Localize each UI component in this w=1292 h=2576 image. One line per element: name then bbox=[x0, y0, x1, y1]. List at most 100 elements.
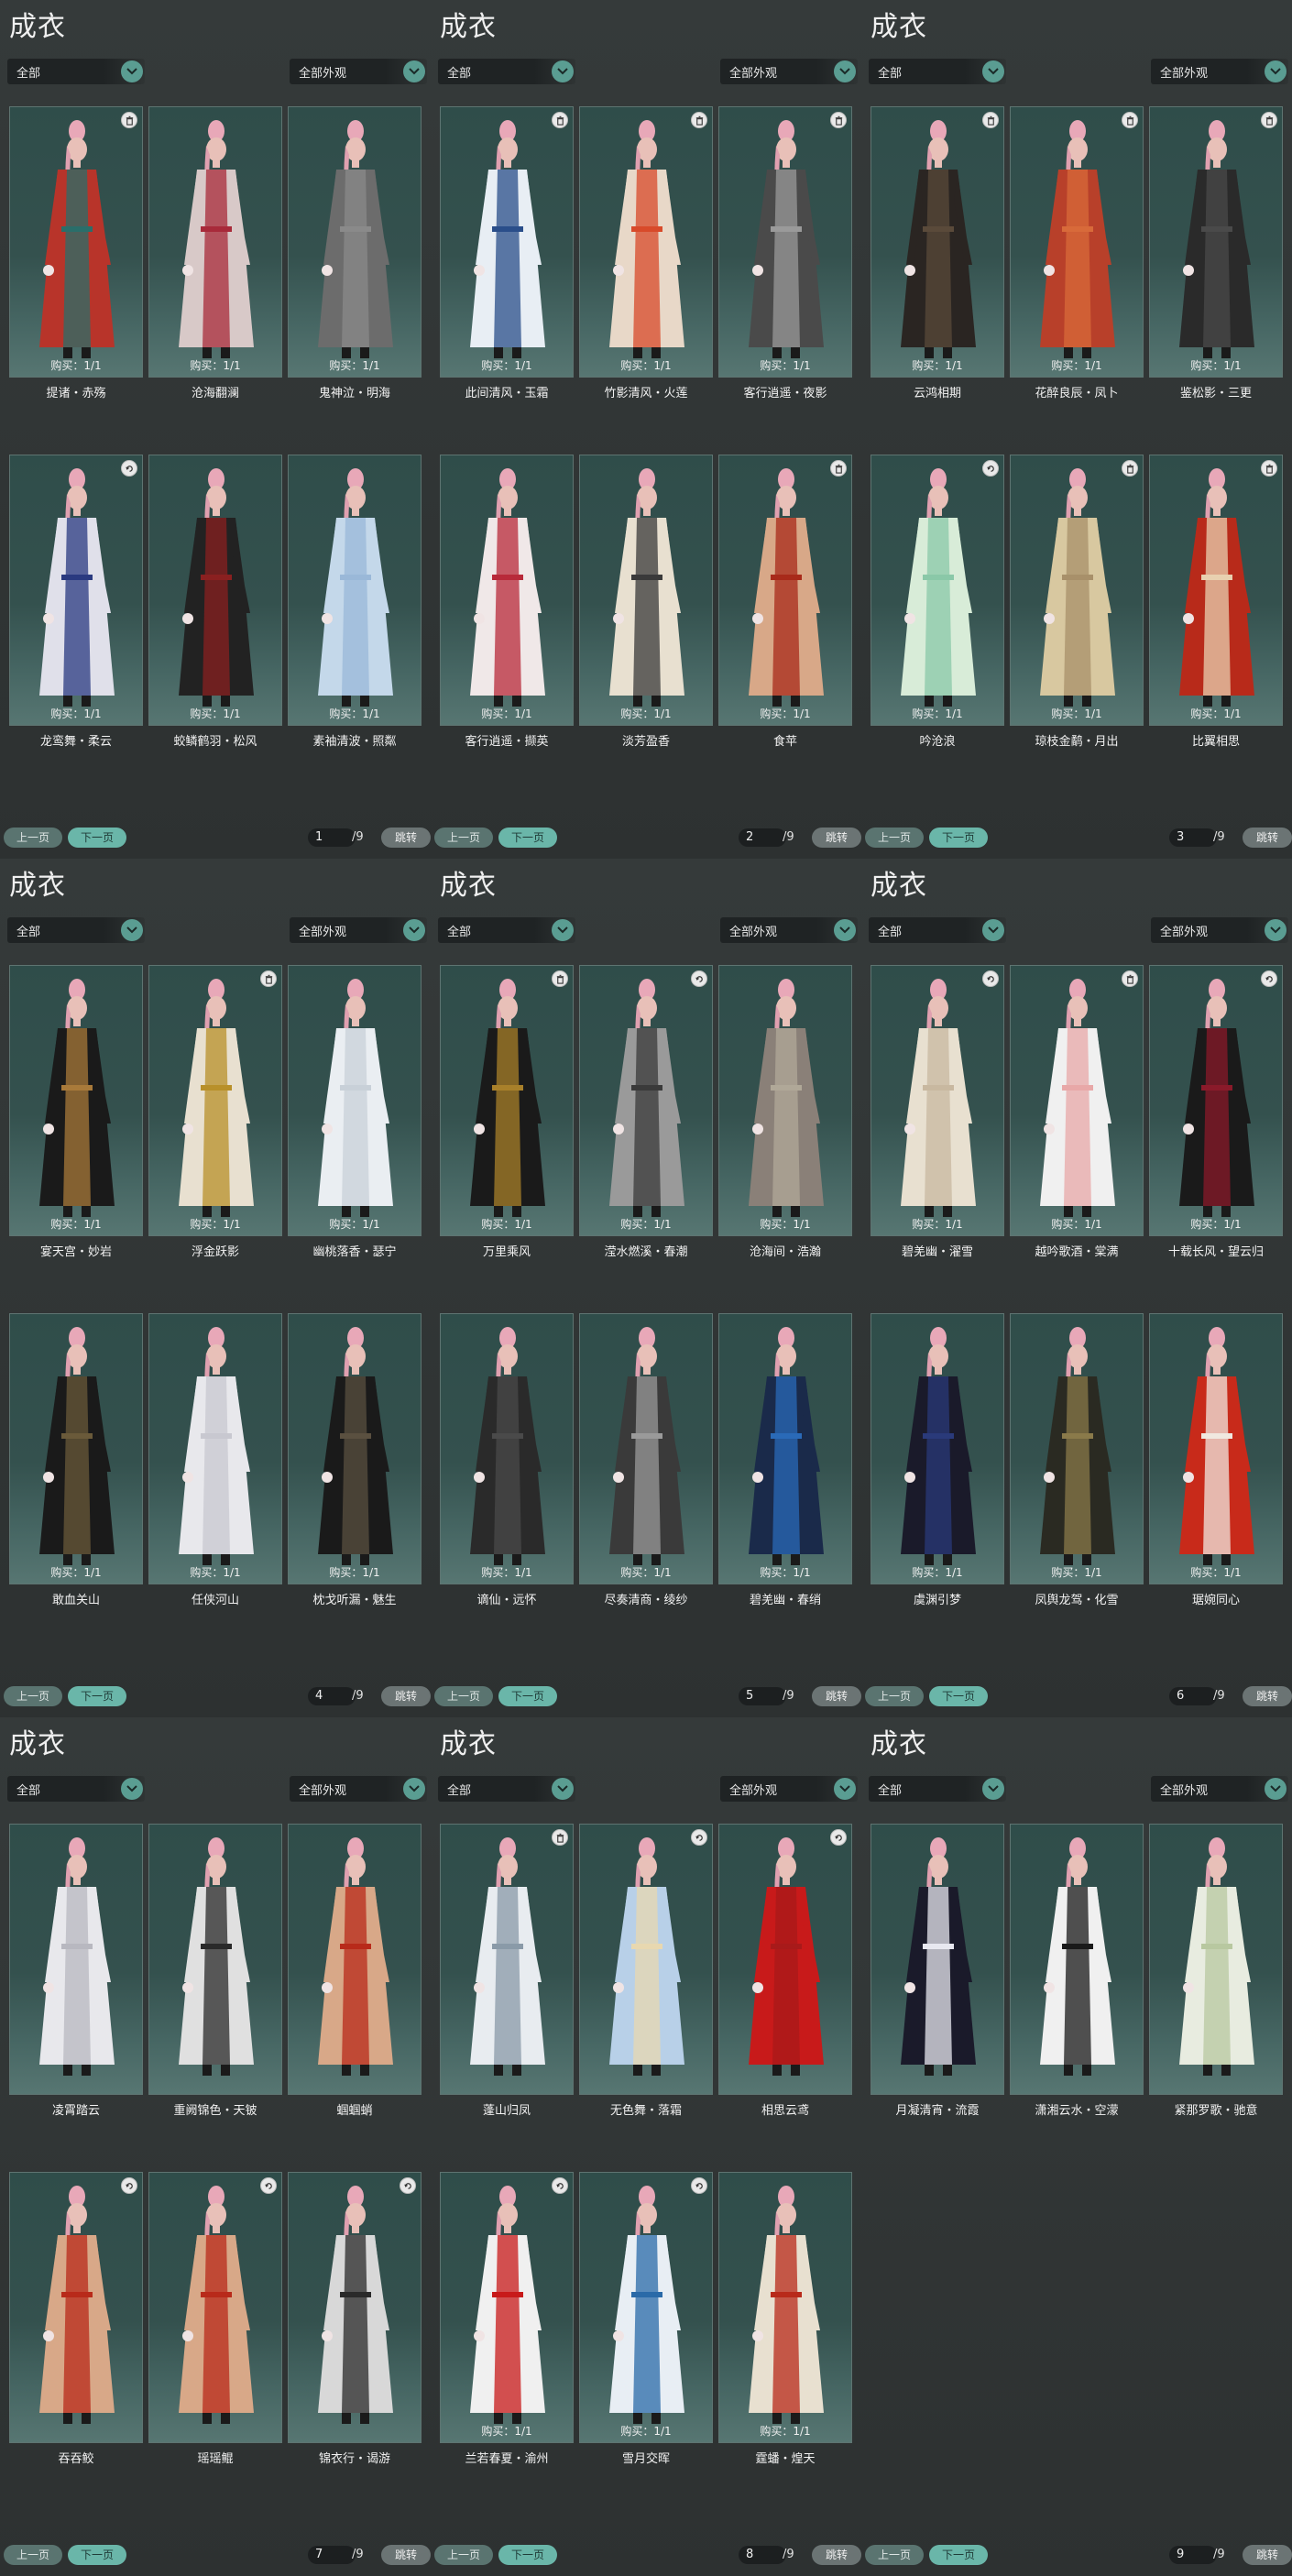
prev-page-button[interactable]: 上一页 bbox=[865, 2545, 924, 2565]
swap-icon[interactable] bbox=[1261, 970, 1277, 987]
jump-button[interactable]: 跳转 bbox=[381, 1686, 431, 1706]
outfit-card[interactable]: 购买：1/1 bbox=[440, 2172, 574, 2443]
outfit-card[interactable]: 购买：1/1 bbox=[718, 2172, 852, 2443]
outfit-card[interactable]: 购买：1/1 bbox=[1010, 965, 1144, 1236]
page-number-input[interactable]: 7 bbox=[308, 2546, 356, 2564]
next-page-button[interactable]: 下一页 bbox=[498, 1686, 557, 1706]
outfit-card[interactable] bbox=[1010, 1824, 1144, 2095]
appearance-filter-dropdown[interactable]: 全部外观 bbox=[1151, 917, 1288, 943]
trash-icon[interactable] bbox=[121, 112, 137, 128]
outfit-card[interactable]: 购买：1/1 bbox=[1149, 106, 1283, 378]
outfit-card[interactable]: 购买：1/1 bbox=[288, 1313, 422, 1584]
page-number-input[interactable]: 4 bbox=[308, 1687, 356, 1705]
outfit-card[interactable] bbox=[579, 1824, 713, 2095]
trash-icon[interactable] bbox=[260, 970, 277, 987]
appearance-filter-dropdown[interactable]: 全部外观 bbox=[720, 1776, 858, 1802]
trash-icon[interactable] bbox=[830, 460, 847, 477]
swap-icon[interactable] bbox=[982, 970, 999, 987]
appearance-filter-dropdown[interactable]: 全部外观 bbox=[720, 59, 858, 84]
outfit-card[interactable]: 购买：1/1 bbox=[9, 1313, 143, 1584]
next-page-button[interactable]: 下一页 bbox=[68, 2545, 126, 2565]
trash-icon[interactable] bbox=[691, 112, 707, 128]
prev-page-button[interactable]: 上一页 bbox=[4, 2545, 62, 2565]
outfit-card[interactable] bbox=[288, 2172, 422, 2443]
category-filter-dropdown[interactable]: 全部 bbox=[869, 59, 1006, 84]
swap-icon[interactable] bbox=[691, 1829, 707, 1846]
outfit-card[interactable]: 购买：1/1 bbox=[148, 455, 282, 726]
page-number-input[interactable]: 2 bbox=[739, 828, 786, 847]
outfit-card[interactable]: 购买：1/1 bbox=[718, 965, 852, 1236]
next-page-button[interactable]: 下一页 bbox=[498, 828, 557, 848]
outfit-card[interactable]: 购买：1/1 bbox=[440, 106, 574, 378]
category-filter-dropdown[interactable]: 全部 bbox=[869, 1776, 1006, 1802]
prev-page-button[interactable]: 上一页 bbox=[4, 828, 62, 848]
outfit-card[interactable]: 购买：1/1 bbox=[1010, 106, 1144, 378]
category-filter-dropdown[interactable]: 全部 bbox=[7, 59, 145, 84]
appearance-filter-dropdown[interactable]: 全部外观 bbox=[1151, 59, 1288, 84]
category-filter-dropdown[interactable]: 全部 bbox=[869, 917, 1006, 943]
category-filter-dropdown[interactable]: 全部 bbox=[438, 1776, 575, 1802]
outfit-card[interactable]: 购买：1/1 bbox=[1149, 1313, 1283, 1584]
outfit-card[interactable]: 购买：1/1 bbox=[870, 1313, 1004, 1584]
outfit-card[interactable] bbox=[288, 1824, 422, 2095]
swap-icon[interactable] bbox=[830, 1829, 847, 1846]
jump-button[interactable]: 跳转 bbox=[812, 828, 861, 848]
outfit-card[interactable] bbox=[9, 2172, 143, 2443]
outfit-card[interactable] bbox=[718, 1824, 852, 2095]
outfit-card[interactable]: 购买：1/1 bbox=[440, 455, 574, 726]
outfit-card[interactable] bbox=[148, 1824, 282, 2095]
outfit-card[interactable]: 购买：1/1 bbox=[440, 1313, 574, 1584]
jump-button[interactable]: 跳转 bbox=[812, 2545, 861, 2565]
next-page-button[interactable]: 下一页 bbox=[929, 1686, 988, 1706]
next-page-button[interactable]: 下一页 bbox=[929, 2545, 988, 2565]
trash-icon[interactable] bbox=[1122, 460, 1138, 477]
swap-icon[interactable] bbox=[260, 2177, 277, 2194]
outfit-card[interactable]: 购买：1/1 bbox=[718, 106, 852, 378]
appearance-filter-dropdown[interactable]: 全部外观 bbox=[720, 917, 858, 943]
prev-page-button[interactable]: 上一页 bbox=[865, 828, 924, 848]
outfit-card[interactable]: 购买：1/1 bbox=[288, 455, 422, 726]
category-filter-dropdown[interactable]: 全部 bbox=[438, 59, 575, 84]
outfit-card[interactable]: 购买：1/1 bbox=[288, 106, 422, 378]
page-number-input[interactable]: 9 bbox=[1169, 2546, 1217, 2564]
outfit-card[interactable] bbox=[9, 1824, 143, 2095]
page-number-input[interactable]: 5 bbox=[739, 1687, 786, 1705]
outfit-card[interactable]: 购买：1/1 bbox=[1010, 455, 1144, 726]
next-page-button[interactable]: 下一页 bbox=[68, 828, 126, 848]
appearance-filter-dropdown[interactable]: 全部外观 bbox=[290, 917, 427, 943]
appearance-filter-dropdown[interactable]: 全部外观 bbox=[290, 59, 427, 84]
swap-icon[interactable] bbox=[691, 2177, 707, 2194]
outfit-card[interactable]: 购买：1/1 bbox=[1149, 965, 1283, 1236]
next-page-button[interactable]: 下一页 bbox=[68, 1686, 126, 1706]
swap-icon[interactable] bbox=[400, 2177, 416, 2194]
swap-icon[interactable] bbox=[552, 2177, 568, 2194]
prev-page-button[interactable]: 上一页 bbox=[4, 1686, 62, 1706]
swap-icon[interactable] bbox=[691, 970, 707, 987]
outfit-card[interactable]: 购买：1/1 bbox=[9, 106, 143, 378]
jump-button[interactable]: 跳转 bbox=[1243, 828, 1292, 848]
outfit-card[interactable] bbox=[1149, 1824, 1283, 2095]
outfit-card[interactable]: 购买：1/1 bbox=[1010, 1313, 1144, 1584]
trash-icon[interactable] bbox=[1122, 112, 1138, 128]
swap-icon[interactable] bbox=[121, 460, 137, 477]
next-page-button[interactable]: 下一页 bbox=[498, 2545, 557, 2565]
category-filter-dropdown[interactable]: 全部 bbox=[438, 917, 575, 943]
trash-icon[interactable] bbox=[1261, 112, 1277, 128]
outfit-card[interactable]: 购买：1/1 bbox=[718, 1313, 852, 1584]
trash-icon[interactable] bbox=[982, 112, 999, 128]
outfit-card[interactable]: 购买：1/1 bbox=[870, 455, 1004, 726]
outfit-card[interactable]: 购买：1/1 bbox=[870, 106, 1004, 378]
prev-page-button[interactable]: 上一页 bbox=[434, 828, 493, 848]
outfit-card[interactable]: 购买：1/1 bbox=[579, 965, 713, 1236]
appearance-filter-dropdown[interactable]: 全部外观 bbox=[1151, 1776, 1288, 1802]
prev-page-button[interactable]: 上一页 bbox=[434, 2545, 493, 2565]
outfit-card[interactable]: 购买：1/1 bbox=[870, 965, 1004, 1236]
jump-button[interactable]: 跳转 bbox=[381, 828, 431, 848]
outfit-card[interactable] bbox=[148, 2172, 282, 2443]
outfit-card[interactable]: 购买：1/1 bbox=[718, 455, 852, 726]
category-filter-dropdown[interactable]: 全部 bbox=[7, 1776, 145, 1802]
trash-icon[interactable] bbox=[552, 112, 568, 128]
jump-button[interactable]: 跳转 bbox=[1243, 1686, 1292, 1706]
outfit-card[interactable]: 购买：1/1 bbox=[1149, 455, 1283, 726]
appearance-filter-dropdown[interactable]: 全部外观 bbox=[290, 1776, 427, 1802]
